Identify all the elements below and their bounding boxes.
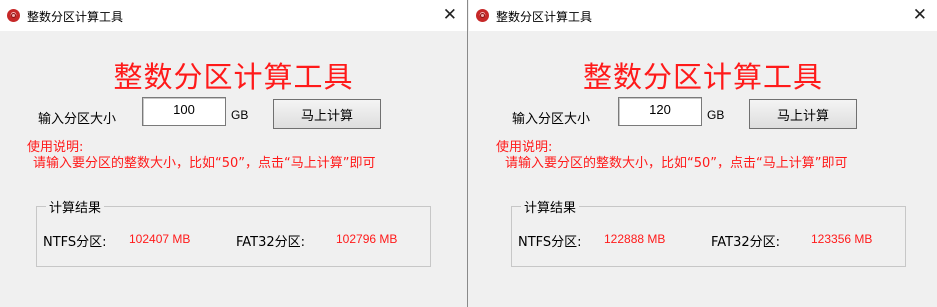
ntfs-label: NTFS分区: bbox=[43, 235, 107, 250]
fat32-label: FAT32分区: bbox=[236, 235, 306, 250]
app-logo-icon bbox=[7, 9, 20, 22]
fat32-label: FAT32分区: bbox=[711, 235, 781, 250]
app-heading: 整数分区计算工具 bbox=[113, 60, 354, 94]
ntfs-label: NTFS分区: bbox=[518, 235, 582, 250]
app-logo-icon bbox=[476, 9, 489, 22]
close-icon[interactable]: ✕ bbox=[443, 5, 457, 25]
fat32-value: 123356 MB bbox=[811, 232, 873, 246]
result-legend: 计算结果 bbox=[46, 197, 105, 216]
calculate-button[interactable]: 马上计算 bbox=[273, 99, 381, 129]
partition-size-input[interactable] bbox=[142, 97, 226, 126]
close-icon[interactable]: ✕ bbox=[913, 5, 927, 25]
window-title: 整数分区计算工具 bbox=[27, 10, 124, 24]
partition-size-label: 输入分区大小 bbox=[38, 112, 117, 127]
result-group: 计算结果 NTFS分区: 102407 MB FAT32分区: 102796 M… bbox=[36, 197, 431, 267]
result-legend: 计算结果 bbox=[521, 197, 580, 216]
usage-text: 请输入要分区的整数大小，比如“50”，点击“马上计算”即可 bbox=[33, 156, 376, 171]
app-heading: 整数分区计算工具 bbox=[582, 60, 823, 94]
fat32-value: 102796 MB bbox=[336, 232, 398, 246]
title-bar[interactable]: 整数分区计算工具 ✕ bbox=[0, 0, 467, 31]
result-group: 计算结果 NTFS分区: 122888 MB FAT32分区: 123356 M… bbox=[511, 197, 906, 267]
ntfs-value: 122888 MB bbox=[604, 232, 666, 246]
partition-size-input[interactable] bbox=[618, 97, 702, 126]
unit-label: GB bbox=[231, 108, 249, 122]
ntfs-value: 102407 MB bbox=[129, 232, 191, 246]
calculator-window-2: 整数分区计算工具 ✕ 整数分区计算工具 输入分区大小 GB 马上计算 使用说明:… bbox=[469, 0, 937, 307]
calculator-window-1: 整数分区计算工具 ✕ 整数分区计算工具 输入分区大小 GB 马上计算 使用说明:… bbox=[0, 0, 468, 307]
usage-text: 请输入要分区的整数大小，比如“50”，点击“马上计算”即可 bbox=[505, 156, 848, 171]
window-title: 整数分区计算工具 bbox=[496, 10, 593, 24]
title-bar[interactable]: 整数分区计算工具 ✕ bbox=[469, 0, 937, 31]
unit-label: GB bbox=[707, 108, 725, 122]
partition-size-label: 输入分区大小 bbox=[512, 112, 591, 127]
calculate-button[interactable]: 马上计算 bbox=[749, 99, 857, 129]
